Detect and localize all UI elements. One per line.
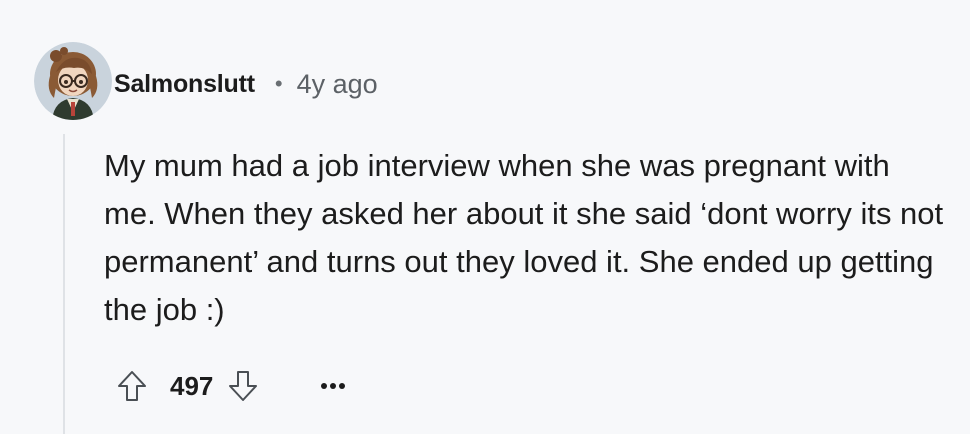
comment-body: My mum had a job interview when she was … [104,142,944,334]
ellipsis-horizontal-icon [321,383,346,389]
comment: Salmonslutt • 4y ago My mum had a job in… [0,0,970,434]
comment-timestamp[interactable]: 4y ago [297,69,378,100]
meta-separator: • [274,71,283,96]
comment-text: My mum had a job interview when she was … [104,148,944,327]
author-username[interactable]: Salmonslutt [114,70,255,99]
comment-meta: Salmonslutt • 4y ago [114,64,378,104]
more-options-button[interactable] [313,366,353,406]
downvote-button[interactable] [223,366,263,406]
avatar-image [34,42,112,120]
arrow-down-outline-icon [229,371,258,401]
vote-score: 497 [170,370,214,401]
upvote-button[interactable] [112,366,152,406]
thread-line[interactable] [63,134,65,434]
user-avatar[interactable] [34,42,112,120]
comment-actions: 497 [112,364,353,408]
arrow-up-outline-icon [118,371,146,401]
